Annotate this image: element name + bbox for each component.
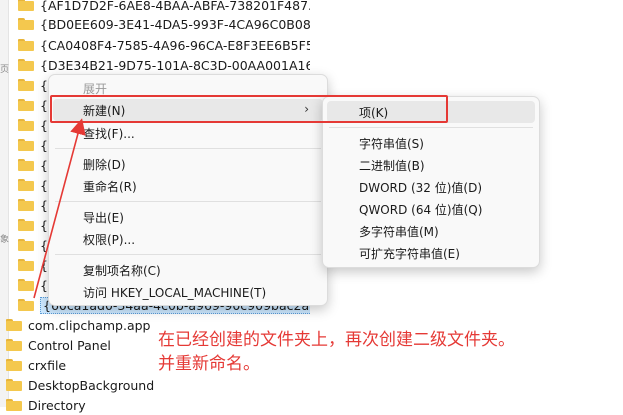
annotation-text-line2: 并重新命名。 — [158, 354, 260, 374]
annotation-text-line1: 在已经创建的文件夹上，再次创建二级文件夹。 — [158, 330, 515, 350]
